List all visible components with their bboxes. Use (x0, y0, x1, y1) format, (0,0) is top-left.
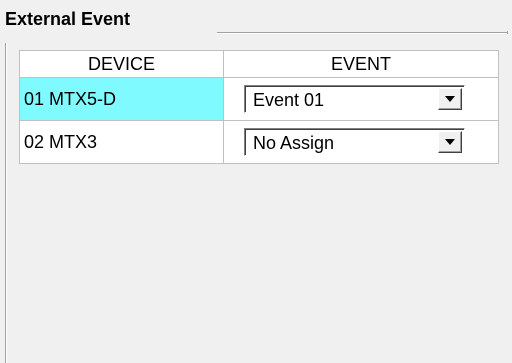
event-dropdown[interactable]: No Assign (244, 128, 465, 156)
table-row[interactable]: 02 MTX3 No Assign (19, 120, 499, 164)
chevron-down-icon (445, 139, 455, 145)
event-cell: No Assign (223, 120, 499, 164)
group-border-left (5, 43, 7, 363)
dropdown-arrow-button[interactable] (438, 131, 462, 153)
event-dropdown-value: Event 01 (253, 90, 325, 110)
column-header-event: EVENT (223, 50, 499, 78)
device-cell[interactable]: 01 MTX5-D (19, 77, 224, 121)
table-row[interactable]: 01 MTX5-D Event 01 (19, 77, 499, 121)
event-cell: Event 01 (223, 77, 499, 121)
group-border-top (217, 32, 507, 34)
device-cell[interactable]: 02 MTX3 (19, 120, 224, 164)
chevron-down-icon (445, 96, 455, 102)
event-dropdown[interactable]: Event 01 (244, 85, 465, 113)
table-header-row: DEVICE EVENT (19, 50, 499, 78)
column-header-device: DEVICE (19, 50, 224, 78)
group-title: External Event (5, 9, 131, 29)
dropdown-arrow-button[interactable] (438, 88, 462, 110)
event-assignment-table: DEVICE EVENT 01 MTX5-D Event 01 02 MTX3 (19, 50, 499, 164)
event-dropdown-value: No Assign (253, 133, 335, 153)
group-border-corner (505, 31, 508, 34)
